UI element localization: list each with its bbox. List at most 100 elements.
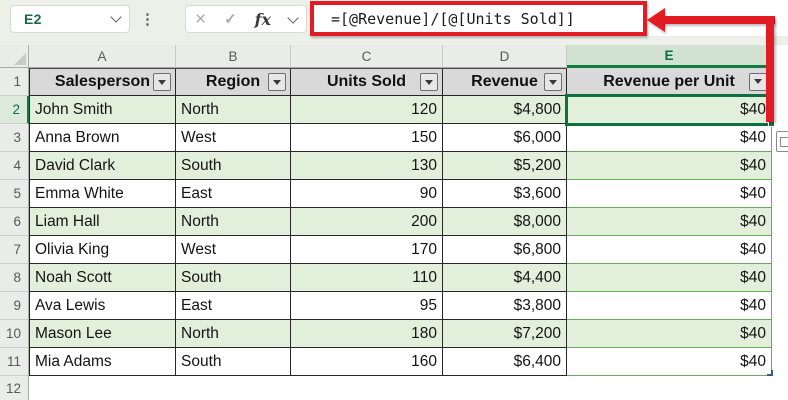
- row-header-8[interactable]: 8: [0, 264, 29, 292]
- row-header-2-selected[interactable]: 2: [0, 96, 29, 124]
- formula-highlight-box: =[@Revenue]/[@[Units Sold]]: [310, 1, 647, 36]
- cell-a10[interactable]: Mason Lee: [29, 320, 176, 348]
- enter-icon[interactable]: ✓: [224, 10, 237, 28]
- table-header-revenue-per-unit[interactable]: Revenue per Unit: [567, 68, 772, 96]
- row-header-4[interactable]: 4: [0, 152, 29, 180]
- cell-c4[interactable]: 130: [291, 152, 443, 180]
- row-header-3[interactable]: 3: [0, 124, 29, 152]
- formula-text[interactable]: =[@Revenue]/[@[Units Sold]]: [331, 10, 575, 28]
- grid-filler: [772, 236, 788, 264]
- cell-a5[interactable]: Emma White: [29, 180, 176, 208]
- empty-cell[interactable]: [176, 376, 291, 400]
- table-header-revenue[interactable]: Revenue: [443, 68, 567, 96]
- row-header-7[interactable]: 7: [0, 236, 29, 264]
- chevron-down-icon[interactable]: [287, 12, 298, 23]
- empty-cell[interactable]: [443, 376, 567, 400]
- active-cell-selection-border[interactable]: [565, 94, 774, 126]
- cell-d5[interactable]: $3,600: [443, 180, 567, 208]
- cell-b11[interactable]: South: [176, 348, 291, 376]
- row-header-1[interactable]: 1: [0, 68, 29, 96]
- table-header-units-sold[interactable]: Units Sold: [291, 68, 443, 96]
- column-header-c[interactable]: C: [291, 45, 443, 68]
- smart-tag-button[interactable]: [776, 131, 788, 152]
- cell-d2[interactable]: $4,800: [443, 96, 567, 124]
- cell-a6[interactable]: Liam Hall: [29, 208, 176, 236]
- cell-b4[interactable]: South: [176, 152, 291, 180]
- cell-d9[interactable]: $3,800: [443, 292, 567, 320]
- column-header-a[interactable]: A: [29, 45, 176, 68]
- cell-c6[interactable]: 200: [291, 208, 443, 236]
- filter-dropdown-icon: [549, 80, 557, 85]
- cancel-icon[interactable]: ×: [195, 10, 206, 29]
- filter-button[interactable]: [420, 73, 438, 91]
- row-header-10[interactable]: 10: [0, 320, 29, 348]
- cell-b2[interactable]: North: [176, 96, 291, 124]
- cell-c11[interactable]: 160: [291, 348, 443, 376]
- cell-d3[interactable]: $6,000: [443, 124, 567, 152]
- cell-e4[interactable]: $40: [567, 152, 772, 180]
- column-header-b[interactable]: B: [176, 45, 291, 68]
- cell-c3[interactable]: 150: [291, 124, 443, 152]
- drag-handle-dots-icon[interactable]: ⋮: [140, 5, 155, 33]
- cell-a7[interactable]: Olivia King: [29, 236, 176, 264]
- cell-e6[interactable]: $40: [567, 208, 772, 236]
- cell-c7[interactable]: 170: [291, 236, 443, 264]
- cell-d7[interactable]: $6,800: [443, 236, 567, 264]
- filter-button[interactable]: [544, 73, 562, 91]
- cell-a2[interactable]: John Smith: [29, 96, 176, 124]
- cell-b10[interactable]: North: [176, 320, 291, 348]
- chevron-down-icon[interactable]: [110, 11, 121, 22]
- filter-button[interactable]: [749, 73, 767, 91]
- table-resize-handle-icon[interactable]: [767, 370, 773, 376]
- column-header-d[interactable]: D: [443, 45, 567, 68]
- cell-b5[interactable]: East: [176, 180, 291, 208]
- cell-d11[interactable]: $6,400: [443, 348, 567, 376]
- cell-e11[interactable]: $40: [567, 348, 772, 376]
- cell-e9[interactable]: $40: [567, 292, 772, 320]
- cell-c8[interactable]: 110: [291, 264, 443, 292]
- table-header-region[interactable]: Region: [176, 68, 291, 96]
- cell-d10[interactable]: $7,200: [443, 320, 567, 348]
- row-header-9[interactable]: 9: [0, 292, 29, 320]
- cell-d8[interactable]: $4,400: [443, 264, 567, 292]
- cell-e10[interactable]: $40: [567, 320, 772, 348]
- grid-filler: [772, 68, 788, 96]
- cell-e5[interactable]: $40: [567, 180, 772, 208]
- cell-c2[interactable]: 120: [291, 96, 443, 124]
- filter-button[interactable]: [153, 73, 171, 91]
- cell-a8[interactable]: Noah Scott: [29, 264, 176, 292]
- cell-a9[interactable]: Ava Lewis: [29, 292, 176, 320]
- cell-b8[interactable]: South: [176, 264, 291, 292]
- empty-cell[interactable]: [29, 376, 176, 400]
- name-box[interactable]: E2: [10, 5, 130, 33]
- cell-a4[interactable]: David Clark: [29, 152, 176, 180]
- row-header-6[interactable]: 6: [0, 208, 29, 236]
- cell-d6[interactable]: $8,000: [443, 208, 567, 236]
- cell-b9[interactable]: East: [176, 292, 291, 320]
- row-header-11[interactable]: 11: [0, 348, 29, 376]
- cell-b7[interactable]: West: [176, 236, 291, 264]
- cell-a11[interactable]: Mia Adams: [29, 348, 176, 376]
- empty-cell[interactable]: [567, 376, 772, 400]
- insert-function-icon[interactable]: fx: [255, 10, 271, 29]
- empty-cell[interactable]: [291, 376, 443, 400]
- filter-dropdown-icon: [273, 80, 281, 85]
- select-all-corner[interactable]: [0, 45, 29, 68]
- cell-c5[interactable]: 90: [291, 180, 443, 208]
- cell-e8[interactable]: $40: [567, 264, 772, 292]
- cell-e3[interactable]: $40: [567, 124, 772, 152]
- table-header-salesperson[interactable]: Salesperson: [29, 68, 176, 96]
- row-header-12[interactable]: 12: [0, 376, 29, 400]
- grid-filler: [772, 376, 788, 400]
- cell-d4[interactable]: $5,200: [443, 152, 567, 180]
- row-header-5[interactable]: 5: [0, 180, 29, 208]
- cell-b6[interactable]: North: [176, 208, 291, 236]
- grid-filler: [772, 264, 788, 292]
- cell-c10[interactable]: 180: [291, 320, 443, 348]
- cell-e7[interactable]: $40: [567, 236, 772, 264]
- filter-button[interactable]: [268, 73, 286, 91]
- column-header-e-selected[interactable]: E: [567, 45, 772, 68]
- cell-a3[interactable]: Anna Brown: [29, 124, 176, 152]
- cell-c9[interactable]: 95: [291, 292, 443, 320]
- cell-b3[interactable]: West: [176, 124, 291, 152]
